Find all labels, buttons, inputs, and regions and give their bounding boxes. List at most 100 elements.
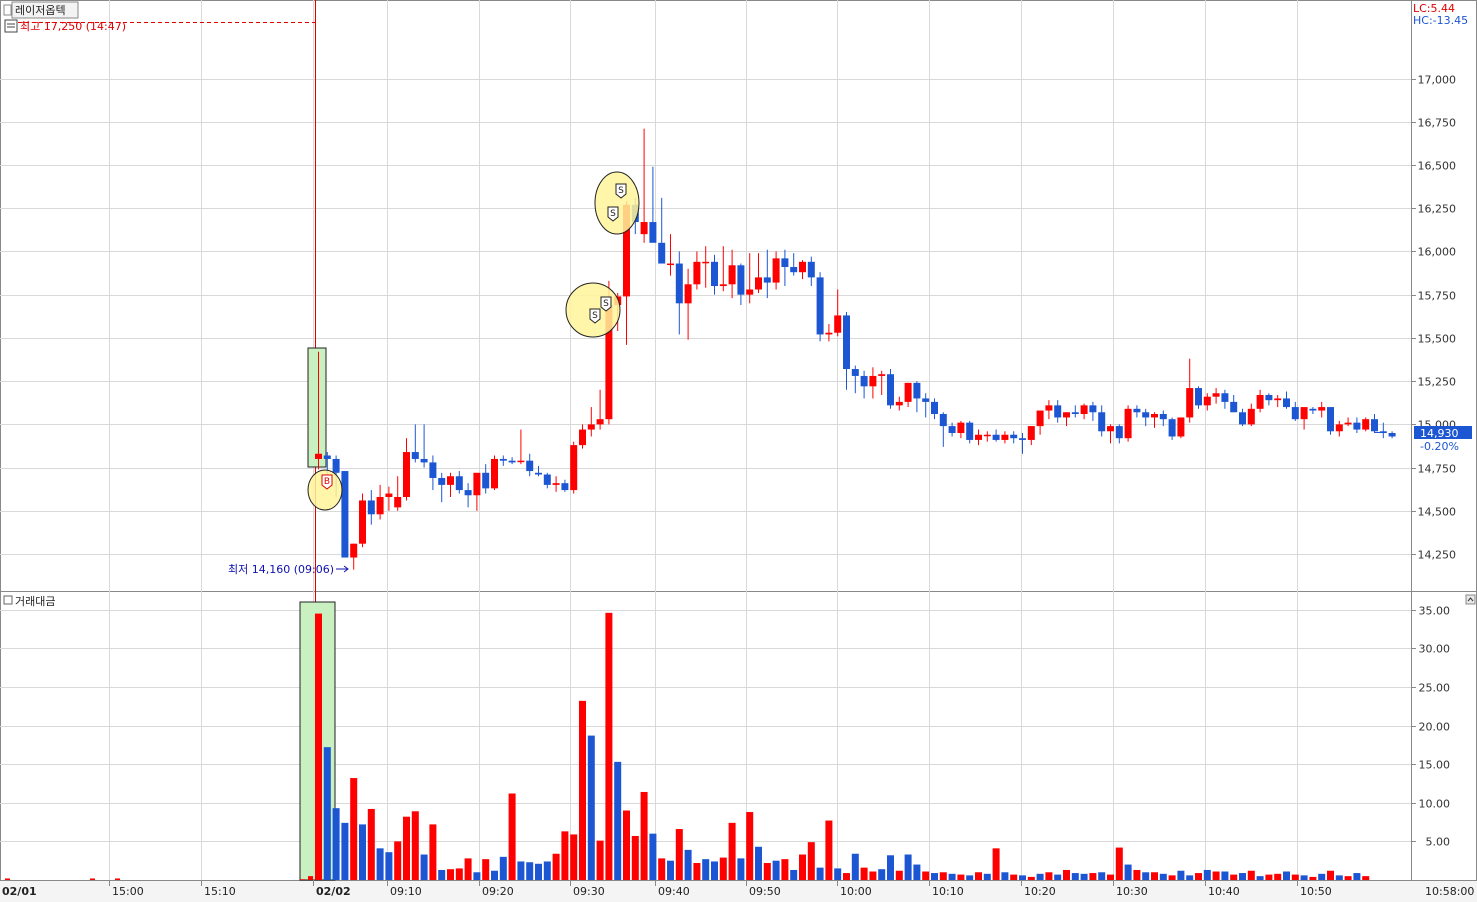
candle-body — [1115, 426, 1123, 439]
volume-bar — [957, 874, 965, 880]
volume-bar — [508, 793, 516, 880]
low-price-arrow-icon — [336, 565, 349, 573]
candle-body — [983, 434, 991, 437]
candle-body — [1089, 405, 1097, 413]
volume-tick-label: 5.00 — [1426, 836, 1451, 849]
candle-body — [966, 422, 974, 440]
chart-frame — [0, 0, 1477, 902]
price-tick-label: 16,500 — [1418, 160, 1457, 173]
candle-body — [596, 419, 604, 425]
candle-body — [1353, 422, 1361, 430]
volume-bar — [1151, 872, 1158, 880]
volume-bar — [684, 849, 692, 880]
x-tick-label: 09:20 — [482, 885, 514, 898]
candle-body — [772, 258, 780, 283]
volume-bar — [1335, 875, 1343, 880]
candle-body — [763, 277, 771, 283]
candle-body — [1203, 396, 1211, 406]
volume-bar — [315, 613, 322, 880]
candle-body — [913, 382, 921, 399]
candle-body — [843, 315, 850, 370]
volume-bar — [300, 879, 305, 880]
candle-body — [851, 369, 859, 376]
price-tick-label: 16,750 — [1418, 117, 1457, 130]
volume-bar — [561, 831, 569, 880]
volume-tick-label: 10.00 — [1419, 798, 1451, 811]
price-tick-label: 14,500 — [1418, 506, 1457, 519]
candle-body — [975, 434, 982, 440]
stock-name-tag[interactable]: 레이저옵텍 — [3, 1, 79, 19]
candle-body — [834, 315, 842, 333]
volume-bar — [350, 778, 358, 880]
volume-bar — [1256, 876, 1264, 880]
candle-body — [1256, 394, 1264, 409]
candle-body — [376, 496, 384, 515]
candle-body — [658, 242, 666, 264]
candle-body — [1054, 405, 1062, 418]
candle-body — [1036, 410, 1044, 427]
signal-label: S — [603, 299, 609, 309]
candle-body — [931, 401, 938, 414]
candle-body — [1080, 405, 1088, 414]
candle-body — [323, 455, 331, 459]
volume-bar — [931, 873, 938, 880]
volume-panel-header: 거래대금 — [3, 595, 55, 608]
candle-body — [1274, 398, 1282, 401]
volume-bar — [895, 870, 903, 880]
current-price: 14,930 — [1420, 427, 1459, 440]
x-tick-label: 10:30 — [1116, 885, 1148, 898]
candle-body — [535, 472, 542, 475]
volume-bar — [579, 700, 586, 880]
volume-bar — [966, 875, 974, 880]
volume-bar — [1045, 872, 1053, 880]
volume-bar — [1001, 872, 1009, 880]
volume-bar — [975, 872, 982, 880]
candle-body — [394, 496, 402, 508]
volume-bar — [1353, 873, 1361, 880]
candle-body — [711, 261, 718, 287]
volume-bar — [1115, 847, 1123, 880]
volume-bar — [1186, 875, 1194, 880]
volume-bar — [1159, 873, 1167, 880]
candle-body — [939, 413, 947, 427]
candle-body — [860, 375, 868, 387]
stock-chart[interactable]: BSSSS 02/01 15:00 15:10 02/02 09:10 09:20 09:3… — [0, 0, 1477, 902]
volume-bar — [614, 761, 622, 880]
volume-bar — [491, 870, 498, 880]
candle-body — [1388, 433, 1396, 437]
volume-bar — [702, 859, 710, 880]
candle-body — [702, 261, 710, 264]
high-price-legend: 최고 17,250 (14:47) — [4, 19, 126, 33]
candle-body — [315, 453, 322, 459]
candle-body — [1335, 424, 1343, 432]
volume-bar — [693, 863, 701, 880]
candle-body — [1098, 412, 1106, 432]
volume-bar — [1054, 874, 1062, 880]
volume-bar — [1142, 872, 1150, 880]
volume-bar — [922, 871, 930, 880]
panel-collapse-icon[interactable] — [1465, 594, 1476, 605]
candle-body — [359, 500, 366, 544]
volume-bar — [5, 878, 10, 880]
volume-bar — [341, 822, 349, 880]
low-price-label: 최저 14,160 (09:06) — [228, 563, 334, 576]
candle-body — [816, 277, 824, 335]
price-tick-label: 16,250 — [1418, 203, 1457, 216]
candle-body — [1177, 417, 1185, 437]
x-tick-label: 09:40 — [658, 885, 690, 898]
candle-body — [746, 289, 754, 295]
volume-bar — [376, 848, 384, 880]
volume-bar — [1212, 871, 1220, 880]
volume-bar — [1098, 872, 1106, 880]
volume-bar — [323, 747, 331, 880]
volume-bar — [1168, 875, 1176, 880]
volume-bar — [1089, 873, 1097, 880]
volume-panel-title: 거래대금 — [15, 595, 55, 608]
x-tick-label: 10:20 — [1024, 885, 1056, 898]
candle-body — [1300, 407, 1308, 420]
volume-bar — [605, 612, 613, 880]
volume-bar — [1239, 873, 1246, 880]
price-tick-label: 14,250 — [1418, 549, 1457, 562]
candle-body — [367, 500, 375, 515]
volume-bar — [904, 854, 912, 880]
